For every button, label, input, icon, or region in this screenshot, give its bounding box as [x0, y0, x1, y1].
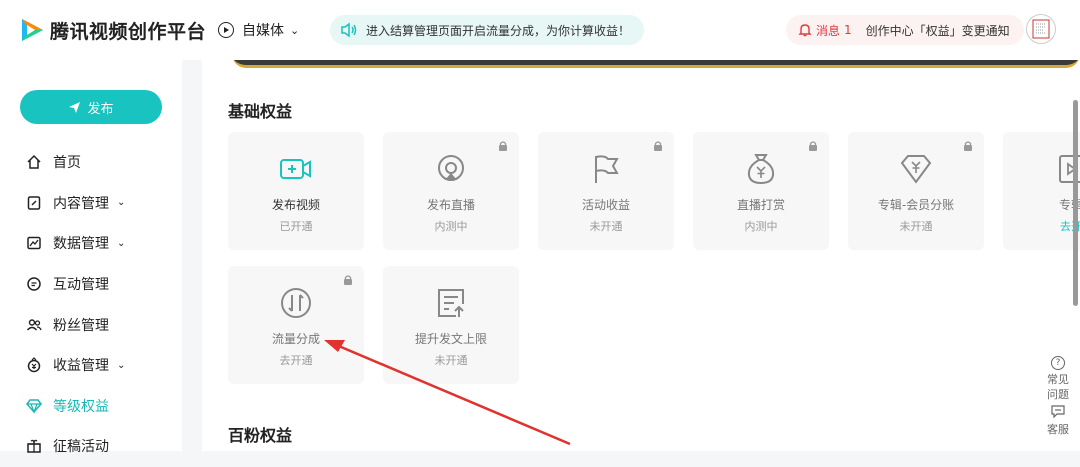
- brand-title: 腾讯视频创作平台: [50, 20, 207, 43]
- sidebar-item-data[interactable]: 数据管理 ⌄: [0, 223, 182, 264]
- sidebar-item-level-benefits[interactable]: 等级权益: [0, 386, 182, 427]
- diamond-yen-icon: [900, 155, 932, 184]
- benefit-card-traffic-share[interactable]: 流量分成 去开通: [228, 266, 364, 384]
- sidebar-item-label: 收益管理: [53, 358, 109, 375]
- sidebar-item-label: 数据管理: [53, 236, 109, 253]
- flag-icon: [595, 155, 619, 183]
- card-name: 活动收益: [581, 198, 630, 212]
- media-type-label: 自媒体: [242, 23, 284, 39]
- notice-text: 进入结算管理页面开启流量分成，为你计算收益！: [366, 23, 631, 38]
- benefit-card-raise-post-limit[interactable]: 提升发文上限 未开通: [383, 266, 519, 384]
- message-label: 消息: [816, 23, 841, 38]
- faq-button[interactable]: ? 常见问题: [1040, 356, 1076, 402]
- sidebar-item-label: 征稿活动: [53, 439, 109, 456]
- main-content: 基础权益 发布视频 已开通 发布直播 内测中 活动收益 未开通 直播打赏 内测中…: [202, 60, 1080, 451]
- chevron-down-icon: ⌄: [117, 237, 126, 249]
- benefit-card-activity-income[interactable]: 活动收益 未开通: [538, 132, 674, 250]
- traffic-share-icon: [281, 288, 311, 318]
- sidebar-item-submissions[interactable]: 征稿活动: [0, 426, 182, 467]
- video-add-icon: [280, 159, 311, 179]
- lock-icon: [344, 275, 352, 285]
- lock-icon: [654, 141, 662, 151]
- publish-button[interactable]: 发布: [20, 90, 162, 124]
- faq-label: 常见问题: [1047, 373, 1069, 401]
- speaker-icon: [341, 22, 357, 38]
- chat-bubble-icon: [1051, 405, 1065, 419]
- sidebar-item-label: 等级权益: [53, 398, 109, 415]
- chat-icon: [25, 275, 43, 293]
- card-state: 去开: [1060, 220, 1080, 233]
- card-name: 专辑: [1058, 198, 1080, 212]
- media-type-select[interactable]: 自媒体 ⌄: [214, 15, 309, 45]
- vertical-scrollbar[interactable]: [1073, 100, 1078, 306]
- chevron-down-icon: ⌄: [117, 197, 126, 209]
- card-state: 未开通: [899, 220, 933, 233]
- card-state: 已开通: [279, 220, 313, 233]
- brand-logo[interactable]: 腾讯视频创作平台: [18, 16, 206, 44]
- user-avatar[interactable]: [1026, 14, 1056, 44]
- sidebar-item-label: 粉丝管理: [53, 317, 109, 334]
- benefit-card-live-tip[interactable]: 直播打赏 内测中: [693, 132, 829, 250]
- home-icon: [25, 153, 43, 171]
- gift-icon: [25, 437, 43, 455]
- banner-strip: [232, 60, 1080, 68]
- diamond-icon: [25, 397, 43, 415]
- card-state: 去开通: [279, 354, 313, 367]
- sidebar-item-label: 内容管理: [53, 195, 109, 212]
- lock-icon: [964, 141, 972, 151]
- avatar-image-icon: [1032, 19, 1050, 39]
- settlement-notice[interactable]: 进入结算管理页面开启流量分成，为你计算收益！: [330, 15, 645, 45]
- lock-icon: [499, 141, 507, 151]
- play-circle-icon: [218, 22, 234, 38]
- customer-service-button[interactable]: 客服: [1040, 404, 1076, 437]
- section-title-hundred-fans: 百粉权益: [228, 426, 293, 445]
- send-icon: [69, 101, 81, 113]
- bell-icon: [798, 24, 812, 37]
- top-bar: 腾讯视频创作平台 自媒体 ⌄ 进入结算管理页面开启流量分成，为你计算收益！ 消息…: [0, 0, 1080, 60]
- section-title-basic: 基础权益: [228, 102, 293, 121]
- question-icon: ?: [1051, 356, 1065, 370]
- benefit-card-album-member-share[interactable]: 专辑-会员分账 未开通: [848, 132, 984, 250]
- card-state: 未开通: [434, 354, 468, 367]
- message-count-badge: 1: [844, 23, 852, 37]
- card-name: 发布视频: [271, 198, 320, 212]
- publish-label: 发布: [87, 101, 114, 117]
- service-label: 客服: [1047, 423, 1069, 436]
- live-icon: [438, 155, 464, 181]
- card-name: 直播打赏: [736, 198, 785, 212]
- card-name: 流量分成: [271, 332, 320, 346]
- upload-doc-icon: [438, 289, 464, 317]
- sidebar-item-label: 首页: [53, 155, 81, 172]
- fans-icon: [25, 316, 43, 334]
- tencent-video-logo-icon: [22, 19, 43, 41]
- card-name: 专辑-会员分账: [877, 198, 955, 212]
- card-name: 提升发文上限: [414, 332, 487, 346]
- benefit-card-publish-video[interactable]: 发布视频 已开通: [228, 132, 364, 250]
- card-state: 未开通: [589, 220, 623, 233]
- chart-icon: [25, 234, 43, 252]
- benefit-card-album[interactable]: 专辑 去开: [1003, 132, 1080, 250]
- card-name: 发布直播: [426, 198, 475, 212]
- benefit-card-publish-live[interactable]: 发布直播 内测中: [383, 132, 519, 250]
- sidebar-item-fans[interactable]: 粉丝管理: [0, 304, 182, 345]
- sidebar-item-home[interactable]: 首页: [0, 142, 182, 183]
- sidebar: 发布 首页 内容管理 ⌄ 数据管理 ⌄ 互动管理 粉丝管理 收益管理 ⌄ 等级权…: [0, 60, 182, 455]
- chevron-down-icon: ⌄: [117, 359, 126, 371]
- money-bag-icon: [747, 154, 775, 185]
- floating-help-panel: ? 常见问题 客服: [1040, 356, 1076, 437]
- lock-icon: [809, 141, 817, 151]
- message-text: 创作中心「权益」变更通知: [865, 23, 1010, 38]
- sidebar-item-label: 互动管理: [53, 277, 109, 294]
- card-state: 内测中: [744, 220, 778, 233]
- message-notification[interactable]: 消息 1 创作中心「权益」变更通知: [786, 15, 1024, 45]
- card-state: 内测中: [434, 220, 468, 233]
- sidebar-item-income[interactable]: 收益管理 ⌄: [0, 345, 182, 386]
- sidebar-item-content[interactable]: 内容管理 ⌄: [0, 183, 182, 224]
- sidebar-item-interaction[interactable]: 互动管理: [0, 264, 182, 305]
- content-icon: [25, 194, 43, 212]
- sidebar-nav: 首页 内容管理 ⌄ 数据管理 ⌄ 互动管理 粉丝管理 收益管理 ⌄ 等级权益 征…: [0, 142, 182, 467]
- chevron-down-icon: ⌄: [290, 23, 300, 37]
- income-icon: [25, 356, 43, 374]
